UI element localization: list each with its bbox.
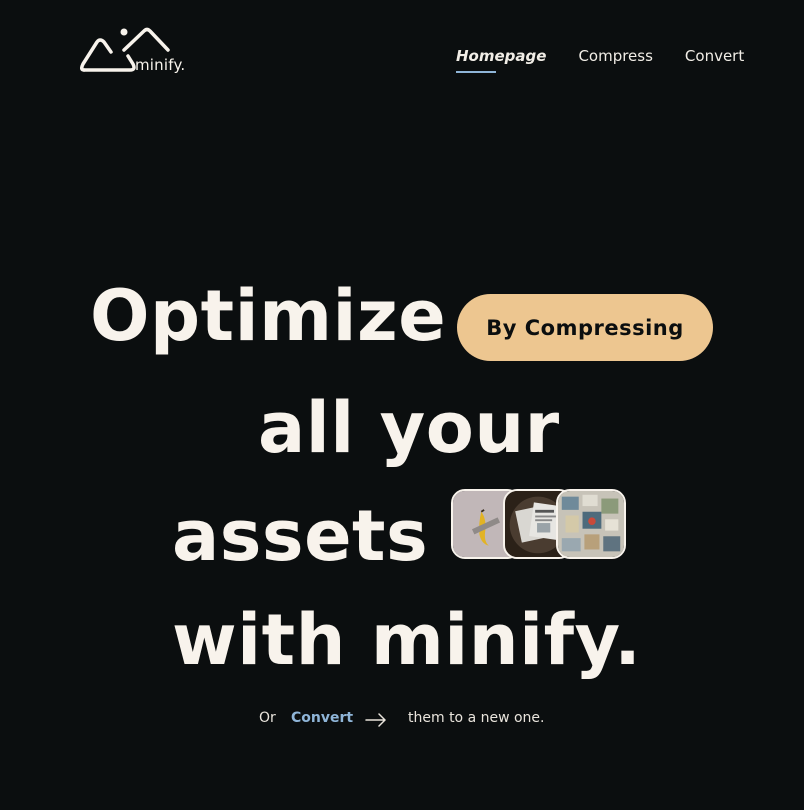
headline-line-4: with minify.	[172, 599, 642, 681]
main-nav: Homepage Compress Convert	[456, 46, 744, 73]
arrow-right-icon[interactable]	[364, 709, 388, 731]
collage-image	[556, 489, 626, 559]
headline-line-3: assets	[172, 495, 429, 577]
brand-logo[interactable]: minify.	[80, 26, 192, 76]
cta-suffix: them to a new one.	[408, 710, 545, 726]
convert-link[interactable]: Convert	[291, 710, 353, 726]
convert-cta: Or Convert them to a new one.	[0, 708, 804, 730]
cta-prefix: Or	[259, 710, 276, 726]
headline-line-1: Optimize	[90, 275, 447, 357]
nav-convert[interactable]: Convert	[685, 46, 744, 66]
headline-line-2: all your	[258, 387, 560, 469]
nav-homepage[interactable]: Homepage	[456, 46, 546, 73]
brand-name: minify.	[135, 56, 186, 74]
compress-badge-button[interactable]: By Compressing	[457, 294, 713, 361]
nav-compress[interactable]: Compress	[578, 46, 652, 66]
